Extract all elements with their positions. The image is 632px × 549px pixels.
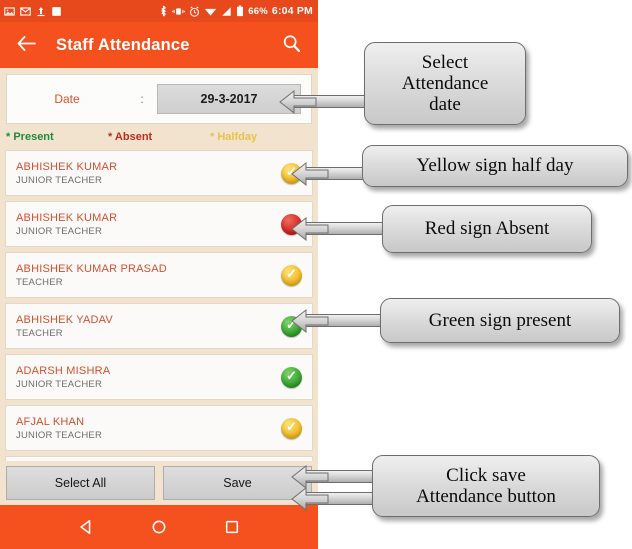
vibrate-icon [172,6,186,17]
image-icon [4,6,15,17]
upload-icon [36,6,46,17]
table-row[interactable]: ADARSH MISHRA JUNIOR TEACHER ✓ [5,354,313,400]
android-nav-bar [0,505,318,549]
annotation-yellow-sign: Yellow sign half day [362,145,628,187]
callout-arrow [290,485,330,513]
bluetooth-icon [159,5,168,17]
wifi-icon [204,6,217,17]
staff-list: ABHISHEK KUMAR JUNIOR TEACHER ✓ ABHISHEK… [0,150,318,502]
staff-name: AFJAL KHAN [16,415,85,428]
legend-present: * Present [6,131,54,143]
app-icon [51,6,62,17]
page-title: Staff Attendance [56,35,190,54]
callout-arrow [290,307,330,335]
callout-arrow [290,160,330,188]
battery-percent: 66% [248,5,268,17]
staff-role: JUNIOR TEACHER [16,225,103,237]
annotation-text: Red sign Absent [424,218,550,240]
staff-role: JUNIOR TEACHER [16,429,103,441]
gmail-icon [20,6,31,17]
date-label: Date [54,92,80,106]
staff-role: TEACHER [16,327,63,339]
clock-time: 6:04 PM [271,5,313,17]
staff-role: TEACHER [16,276,63,288]
signal-icon [221,6,232,17]
battery-icon [236,5,244,17]
annotation-text: Select Attendance date [401,51,489,116]
callout-arrow [278,88,318,116]
phone-screenshot: 66% 6:04 PM Staff Attendance Date : 29-3… [0,0,318,549]
check-circle-green-icon[interactable]: ✓ [281,366,302,388]
annotation-text: Green sign present [428,309,572,331]
table-row[interactable]: ABHISHEK KUMAR JUNIOR TEACHER [5,201,313,247]
arrow-left-icon[interactable] [16,35,38,56]
staff-role: JUNIOR TEACHER [16,378,103,390]
date-panel: Date : 29-3-2017 [6,74,312,124]
callout-arrow [290,215,330,243]
alarm-icon [189,6,200,17]
staff-name: ABHISHEK KUMAR [16,160,118,173]
annotation-text: Yellow sign half day [416,155,574,177]
annotation-text: Click save Attendance button [416,464,556,507]
staff-role: JUNIOR TEACHER [16,174,103,186]
annotation-select-date: Select Attendance date [364,42,526,125]
triangle-back-icon[interactable] [78,519,94,535]
annotation-green-sign: Green sign present [380,298,620,343]
annotation-red-sign: Red sign Absent [382,205,592,253]
select-all-button[interactable]: Select All [6,466,155,500]
legend-absent: * Absent [108,131,153,143]
table-row[interactable]: ABHISHEK KUMAR JUNIOR TEACHER ✓ [5,150,313,196]
staff-name: ABHISHEK KUMAR PRASAD [16,262,167,275]
search-icon[interactable] [281,33,305,57]
staff-name: ABHISHEK YADAV [16,313,113,326]
check-circle-yellow-icon[interactable]: ✓ [281,417,302,439]
legend-halfday: * Halfday [210,131,258,143]
staff-name: ABHISHEK KUMAR [16,211,118,224]
action-button-bar: Select All Save [0,461,318,505]
check-circle-yellow-icon[interactable]: ✓ [281,264,302,286]
table-row[interactable]: ABHISHEK KUMAR PRASAD TEACHER ✓ [5,252,313,298]
status-bar: 66% 6:04 PM [0,0,318,22]
status-legend: * Present * Absent * Halfday [0,124,318,150]
app-bar: Staff Attendance [0,22,318,68]
staff-name: ADARSH MISHRA [16,364,111,377]
table-row[interactable]: ABHISHEK YADAV TEACHER ✓ [5,303,313,349]
table-row[interactable]: AFJAL KHAN JUNIOR TEACHER ✓ [5,405,313,451]
square-recents-icon[interactable] [224,519,240,535]
circle-home-icon[interactable] [151,519,167,535]
date-separator: : [140,92,144,106]
annotation-save-button: Click save Attendance button [372,455,600,517]
